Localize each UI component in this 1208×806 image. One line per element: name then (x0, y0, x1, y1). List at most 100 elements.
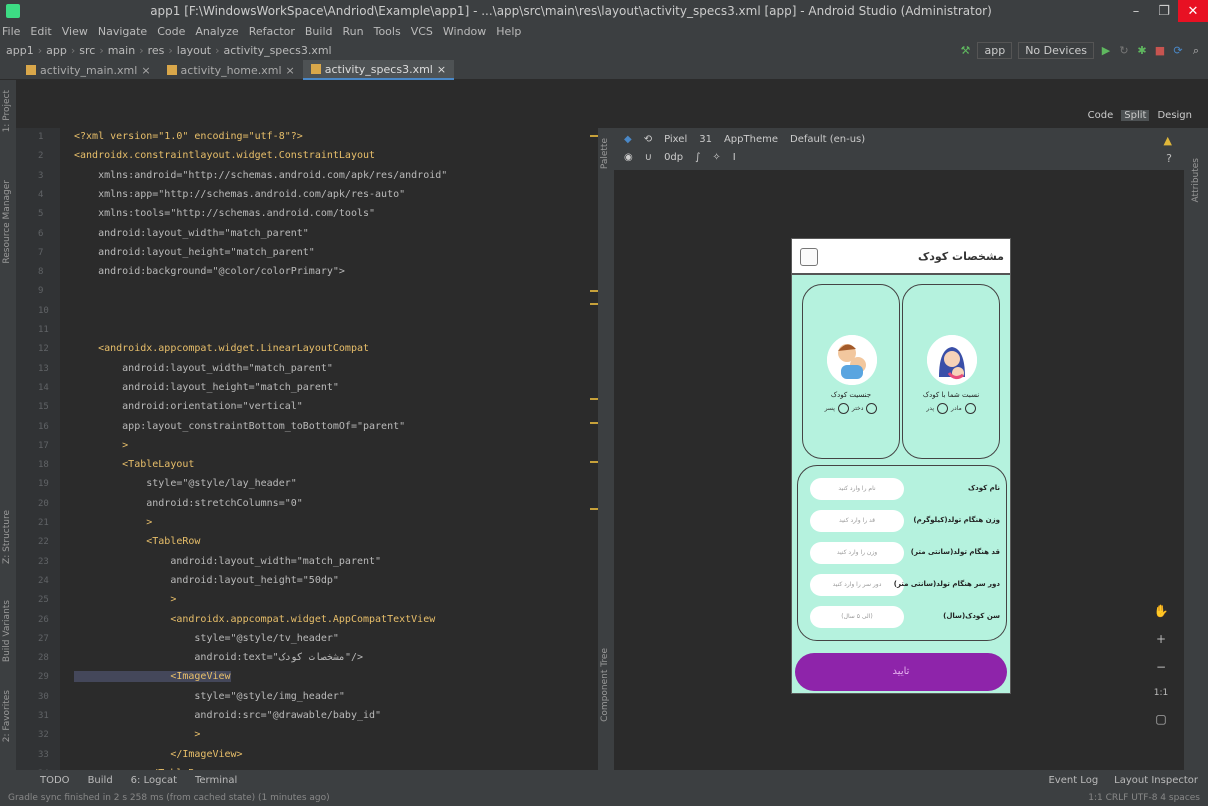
menu-navigate[interactable]: Navigate (98, 25, 147, 38)
menu-run[interactable]: Run (343, 25, 364, 38)
run-config-dropdown[interactable]: app (977, 42, 1013, 59)
weight-input[interactable]: قد را وارد کنید (810, 510, 904, 532)
tab-activity-main[interactable]: activity_main.xml × (18, 60, 159, 80)
search-icon[interactable]: ⌕ (1190, 44, 1202, 57)
magnet-icon[interactable]: ∪ (645, 152, 652, 163)
menu-edit[interactable]: Edit (30, 25, 51, 38)
project-tool-button[interactable]: 1: Project (2, 90, 12, 132)
split-view-button[interactable]: Split (1121, 110, 1150, 121)
layout-inspector-button[interactable]: Layout Inspector (1114, 775, 1198, 786)
attributes-tool-button[interactable]: Attributes (1191, 158, 1201, 202)
wand-icon[interactable]: ✧ (712, 152, 720, 163)
phone-preview[interactable]: مشخصات کودک نسبت شما با کودک پدر مادر جن… (791, 238, 1011, 694)
baby-id-icon (800, 248, 818, 266)
breadcrumb-src[interactable]: src (79, 44, 95, 57)
code-line: <TableLayout (74, 459, 195, 471)
age-input[interactable]: (الی ۵ سال) (810, 606, 904, 628)
terminal-tool-button[interactable]: Terminal (195, 775, 237, 786)
device-dropdown[interactable]: No Devices (1018, 42, 1094, 59)
menu-view[interactable]: View (62, 25, 88, 38)
breadcrumb-file[interactable]: activity_specs3.xml (224, 44, 332, 57)
stop-icon[interactable]: ■ (1154, 44, 1166, 57)
breadcrumb-app[interactable]: app (46, 44, 67, 57)
event-log-button[interactable]: Event Log (1048, 775, 1098, 786)
zoom-fit-icon[interactable]: ▢ (1155, 712, 1166, 726)
margin-field[interactable]: 0dp (664, 152, 683, 163)
build-variants-tool-button[interactable]: Build Variants (2, 600, 12, 662)
breadcrumb-layout[interactable]: layout (177, 44, 211, 57)
warning-marker[interactable] (590, 303, 598, 305)
component-tree-tool-button[interactable]: Component Tree (600, 648, 610, 722)
debug-icon[interactable]: ✱ (1136, 44, 1148, 57)
logcat-tool-button[interactable]: 6: Logcat (131, 775, 177, 786)
submit-button[interactable]: تایید (795, 653, 1007, 691)
mother-radio[interactable] (964, 403, 976, 414)
zoom-out-icon[interactable]: − (1156, 660, 1166, 674)
warning-marker[interactable] (590, 290, 598, 292)
help-icon[interactable]: ? (1166, 152, 1172, 165)
menu-refactor[interactable]: Refactor (249, 25, 295, 38)
menu-help[interactable]: Help (496, 25, 521, 38)
warning-marker[interactable] (590, 398, 598, 400)
breadcrumb-app1[interactable]: app1 (6, 44, 34, 57)
baseline-icon[interactable]: I (733, 152, 736, 163)
palette-tool-button[interactable]: Palette (600, 138, 610, 169)
minimize-button[interactable]: – (1122, 0, 1150, 22)
boy-radio[interactable] (837, 403, 849, 414)
warning-marker[interactable] (590, 508, 598, 510)
girl-radio[interactable] (866, 403, 878, 414)
close-icon[interactable]: × (141, 64, 150, 77)
build-tool-button[interactable]: Build (88, 775, 113, 786)
code-editor[interactable]: <?xml version="1.0" encoding="utf-8"?> <a… (62, 128, 590, 770)
line-number: 13 (38, 363, 49, 374)
theme-dropdown[interactable]: AppTheme (724, 134, 778, 145)
menu-build[interactable]: Build (305, 25, 333, 38)
warning-marker[interactable] (590, 135, 598, 137)
favorites-tool-button[interactable]: 2: Favorites (2, 690, 12, 742)
pan-icon[interactable]: ✋ (1154, 604, 1169, 618)
tab-activity-specs3[interactable]: activity_specs3.xml × (302, 60, 455, 80)
menu-window[interactable]: Window (443, 25, 486, 38)
menu-file[interactable]: File (2, 25, 20, 38)
zoom-in-icon[interactable]: + (1156, 632, 1166, 646)
menu-tools[interactable]: Tools (374, 25, 401, 38)
breadcrumb-main[interactable]: main (108, 44, 135, 57)
tab-activity-home[interactable]: activity_home.xml × (159, 60, 303, 80)
constraints-icon[interactable]: ∫ (695, 152, 700, 163)
breadcrumb-res[interactable]: res (148, 44, 165, 57)
warning-icon[interactable]: ▲ (1164, 134, 1172, 147)
eye-icon[interactable]: ◉ (624, 152, 633, 163)
run-icon[interactable]: ▶ (1100, 44, 1112, 57)
resource-manager-tool-button[interactable]: Resource Manager (2, 180, 12, 264)
layers-icon[interactable]: ◆ (624, 134, 632, 145)
code-view-button[interactable]: Code (1088, 110, 1114, 121)
apply-changes-icon[interactable]: ↻ (1118, 44, 1130, 57)
zoom-ratio-button[interactable]: 1:1 (1154, 688, 1168, 698)
menu-analyze[interactable]: Analyze (195, 25, 238, 38)
close-icon[interactable]: × (286, 64, 295, 77)
hammer-icon[interactable]: ⚒ (959, 44, 971, 57)
line-number: 22 (38, 537, 49, 548)
orientation-icon[interactable]: ⟲ (644, 134, 652, 145)
api-dropdown[interactable]: 31 (699, 134, 712, 145)
head-input[interactable]: دور سر را وارد کنید (810, 574, 904, 596)
sync-icon[interactable]: ⟳ (1172, 44, 1184, 57)
locale-dropdown[interactable]: Default (en-us) (790, 134, 865, 145)
name-input[interactable]: نام را وارد کنید (810, 478, 904, 500)
close-icon[interactable]: × (437, 63, 446, 76)
design-view-button[interactable]: Design (1157, 110, 1192, 121)
structure-tool-button[interactable]: Z: Structure (2, 510, 12, 564)
warning-marker[interactable] (590, 461, 598, 463)
code-line: android:orientation="vertical" (74, 401, 303, 413)
height-input[interactable]: وزن را وارد کنید (810, 542, 904, 564)
device-dropdown-designer[interactable]: Pixel (664, 134, 687, 145)
menu-vcs[interactable]: VCS (411, 25, 433, 38)
editor-scrollbar[interactable] (590, 128, 598, 770)
warning-marker[interactable] (590, 422, 598, 424)
todo-tool-button[interactable]: TODO (40, 775, 70, 786)
father-radio[interactable] (937, 403, 949, 414)
head-label: (سانتی متر)دور سر هنگام تولد (893, 580, 1000, 588)
close-button[interactable]: ✕ (1178, 0, 1208, 22)
maximize-button[interactable]: ❐ (1150, 0, 1178, 22)
menu-code[interactable]: Code (157, 25, 185, 38)
